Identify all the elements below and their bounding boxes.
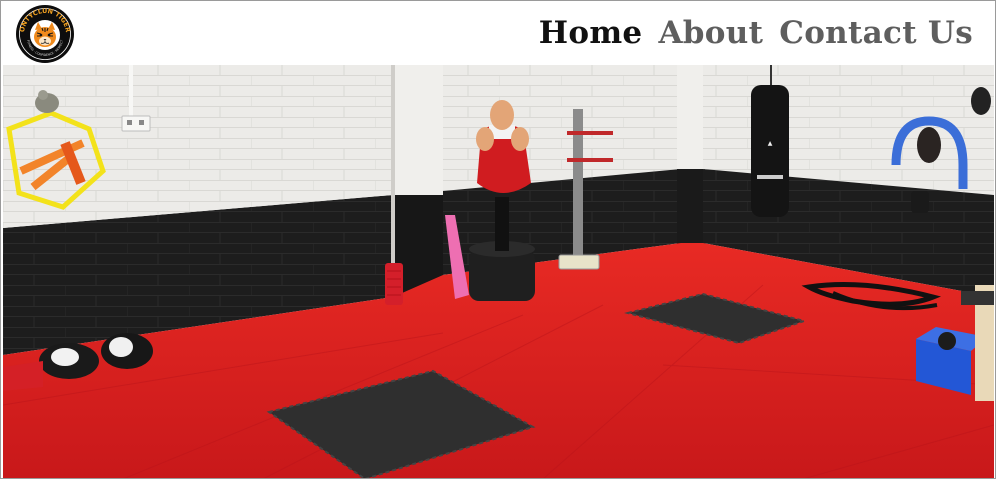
training-room-photo: ▲	[3, 65, 994, 478]
nav-contact-link[interactable]: Contact Us	[779, 13, 973, 53]
hero-image: ▲	[3, 65, 994, 478]
nav-home-link[interactable]: Home	[539, 13, 643, 53]
nav-about-link[interactable]: About	[658, 13, 763, 53]
club-logo[interactable]: PONTYCLUN TIGERS FITNESS · CONFIDENCE · …	[13, 1, 75, 64]
top-navbar: PONTYCLUN TIGERS FITNESS · CONFIDENCE · …	[1, 1, 995, 65]
page: PONTYCLUN TIGERS FITNESS · CONFIDENCE · …	[0, 0, 996, 479]
tiger-logo-icon: PONTYCLUN TIGERS FITNESS · CONFIDENCE · …	[13, 1, 74, 63]
main-nav: Home About Contact Us	[539, 13, 973, 53]
svg-text:▲: ▲	[768, 140, 773, 147]
